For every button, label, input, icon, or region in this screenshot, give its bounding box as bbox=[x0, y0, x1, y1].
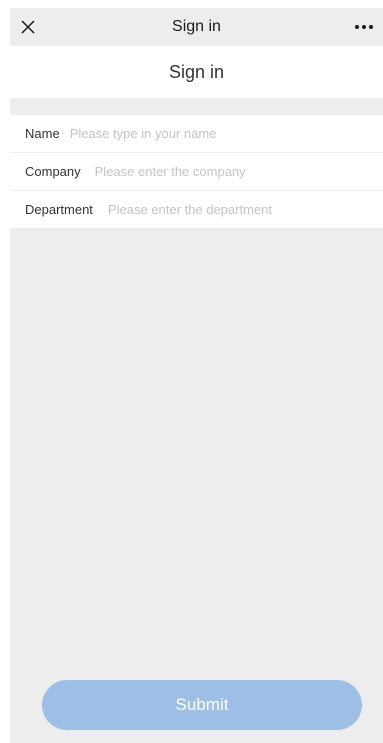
department-input[interactable] bbox=[107, 202, 383, 217]
name-label: Name bbox=[25, 126, 60, 141]
more-button[interactable] bbox=[349, 15, 379, 39]
page-header: Sign in bbox=[10, 46, 383, 98]
name-row: Name bbox=[10, 115, 383, 152]
company-input[interactable] bbox=[94, 164, 383, 179]
company-label: Company bbox=[25, 164, 81, 179]
department-row: Department bbox=[10, 190, 383, 228]
submit-button[interactable]: Submit bbox=[42, 680, 362, 730]
topbar-title: Sign in bbox=[172, 18, 221, 35]
department-label: Department bbox=[25, 202, 93, 217]
app-frame: Sign in Sign in Name Company Department … bbox=[10, 8, 383, 743]
top-bar: Sign in bbox=[10, 8, 383, 46]
company-row: Company bbox=[10, 152, 383, 190]
page-title: Sign in bbox=[168, 62, 225, 82]
name-input[interactable] bbox=[69, 126, 383, 141]
sign-in-form: Name Company Department bbox=[10, 115, 383, 228]
more-icon bbox=[355, 25, 373, 29]
